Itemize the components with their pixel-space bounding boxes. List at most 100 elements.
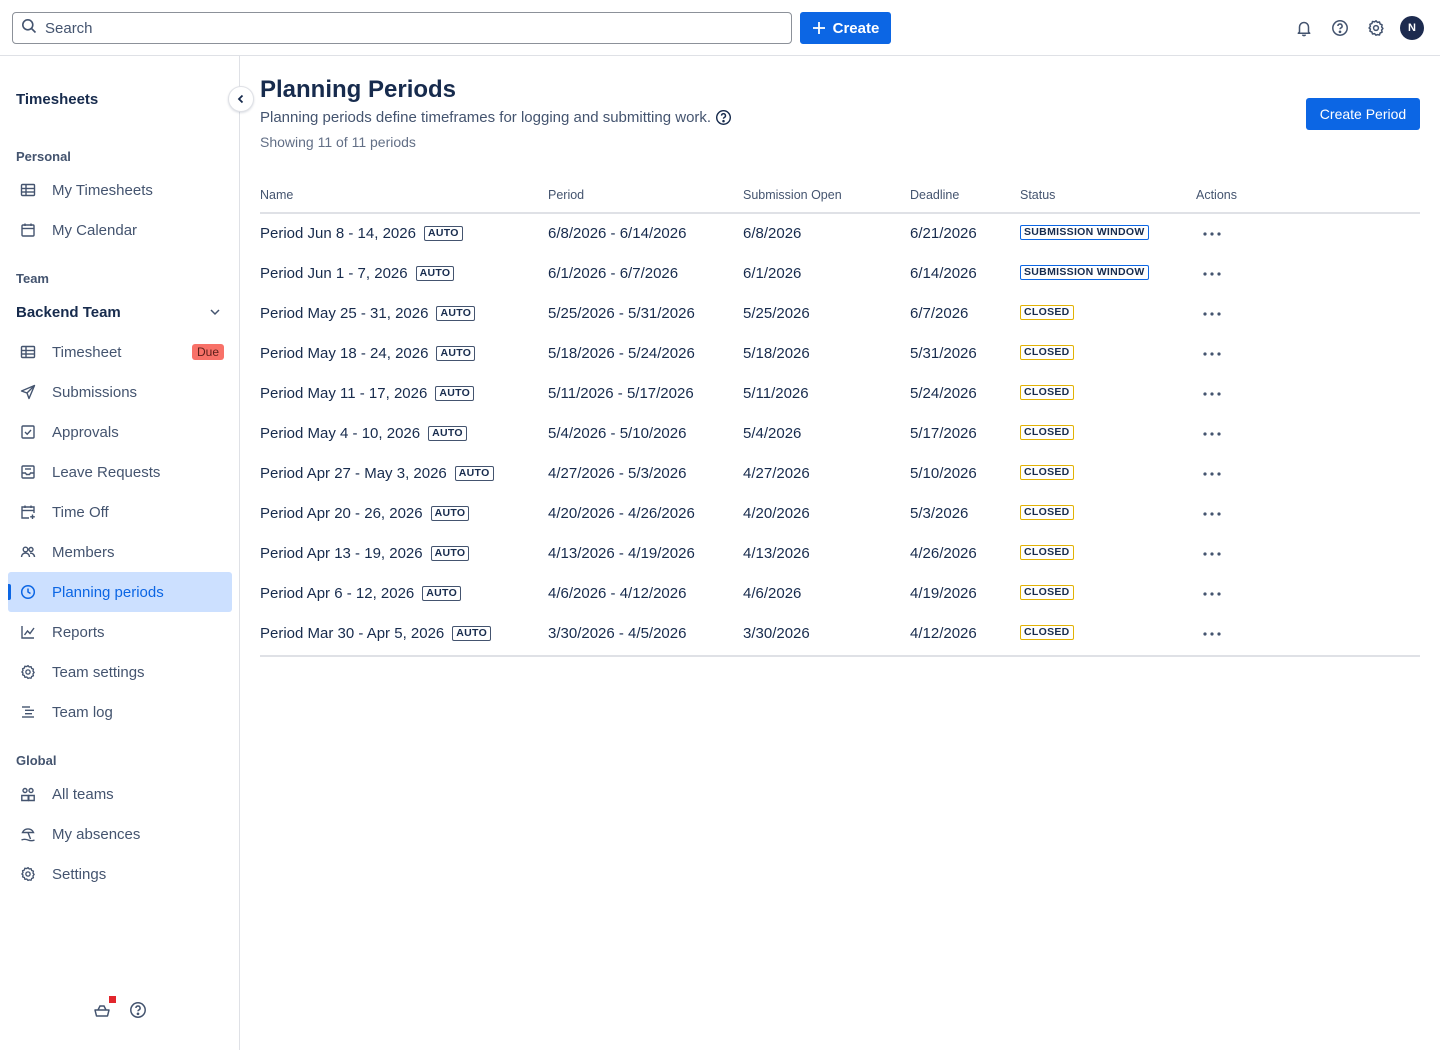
table-row: Period May 11 - 17, 2026 AUTO 5/11/2026 - … [260, 374, 1420, 414]
deadline-date: 4/26/2026 [910, 545, 977, 562]
more-icon [1203, 392, 1221, 396]
periods-table: Name Period Submission Open Deadline Sta… [260, 180, 1420, 657]
period-name: Period Jun 1 - 7, 2026 [260, 265, 408, 282]
create-button[interactable]: Create [800, 12, 891, 44]
status-cell: CLOSED [1020, 305, 1074, 320]
table-bottom-border [260, 655, 1420, 657]
status-cell: CLOSED [1020, 465, 1074, 480]
column-header-actions: Actions [1196, 188, 1237, 202]
sidebar-item-reports[interactable]: Reports [8, 612, 232, 652]
table-row: Period May 25 - 31, 2026 AUTO 5/25/2026 - … [260, 294, 1420, 334]
row-actions-button[interactable] [1202, 624, 1222, 644]
sidebar-item-my-timesheets[interactable]: My Timesheets [8, 170, 232, 210]
period-name: Period Apr 20 - 26, 2026 [260, 505, 423, 522]
row-actions-button[interactable] [1202, 584, 1222, 604]
status-badge: CLOSED [1020, 385, 1074, 400]
search-box[interactable] [12, 12, 792, 44]
status-badge: CLOSED [1020, 625, 1074, 640]
row-actions-button[interactable] [1202, 544, 1222, 564]
sidebar-item-label: My absences [52, 825, 141, 843]
row-actions-button[interactable] [1202, 344, 1222, 364]
more-icon [1203, 552, 1221, 556]
deadline-date: 5/3/2026 [910, 505, 969, 522]
gear-icon[interactable] [1366, 18, 1386, 38]
status-cell: SUBMISSION WINDOW [1020, 265, 1149, 280]
period-name: Period Apr 6 - 12, 2026 [260, 585, 415, 602]
sidebar-item-label: Settings [52, 865, 107, 883]
auto-tag: AUTO [436, 346, 476, 361]
status-badge: SUBMISSION WINDOW [1020, 265, 1149, 280]
beach-icon [20, 826, 36, 842]
period-name-cell: Period May 25 - 31, 2026 AUTO [260, 305, 476, 322]
sidebar-item-label: Time Off [52, 503, 109, 521]
sidebar-item-timesheet[interactable]: Timesheet Due [8, 332, 232, 372]
sidebar-item-label: Planning periods [52, 583, 164, 601]
help-icon[interactable] [715, 109, 732, 126]
status-cell: CLOSED [1020, 545, 1074, 560]
sidebar-item-my-absences[interactable]: My absences [8, 814, 232, 854]
row-actions-button[interactable] [1202, 224, 1222, 244]
table-row: Period May 18 - 24, 2026 AUTO 5/18/2026 - … [260, 334, 1420, 374]
row-actions-button[interactable] [1202, 264, 1222, 284]
collapse-sidebar-button[interactable] [228, 86, 254, 112]
sidebar-item-planning-periods[interactable]: Planning periods [8, 572, 232, 612]
gear-icon [20, 664, 36, 680]
status-cell: CLOSED [1020, 625, 1074, 640]
deadline-date: 6/21/2026 [910, 225, 977, 242]
chevron-left-icon [237, 94, 244, 104]
sidebar-item-settings[interactable]: Settings [8, 854, 232, 894]
avatar[interactable]: N [1400, 16, 1424, 40]
send-icon [20, 384, 36, 400]
sidebar-item-time-off[interactable]: Time Off [8, 492, 232, 532]
more-icon [1203, 632, 1221, 636]
sidebar-item-label: My Calendar [52, 221, 138, 239]
row-actions-button[interactable] [1202, 304, 1222, 324]
auto-tag: AUTO [422, 586, 462, 601]
status-cell: CLOSED [1020, 585, 1074, 600]
table-row: Period May 4 - 10, 2026 AUTO 5/4/2026 - 5/… [260, 414, 1420, 454]
sidebar-title: Timesheets [16, 91, 99, 108]
auto-tag: AUTO [436, 306, 476, 321]
sidebar-item-submissions[interactable]: Submissions [8, 372, 232, 412]
more-icon [1203, 312, 1221, 316]
sidebar-item-members[interactable]: Members [8, 532, 232, 572]
period-name-cell: Period Apr 6 - 12, 2026 AUTO [260, 585, 462, 602]
search-input[interactable] [45, 19, 745, 37]
submission-open-date: 4/20/2026 [743, 505, 810, 522]
row-actions-button[interactable] [1202, 504, 1222, 524]
sidebar-item-label: Team settings [52, 663, 145, 681]
sidebar-item-leave-requests[interactable]: Leave Requests [8, 452, 232, 492]
team-selector[interactable]: Backend Team [16, 302, 224, 322]
help-icon[interactable] [128, 1000, 148, 1020]
row-actions-button[interactable] [1202, 424, 1222, 444]
sidebar-item-label: All teams [52, 785, 114, 803]
sidebar-item-my-calendar[interactable]: My Calendar [8, 210, 232, 250]
whats-new-icon[interactable] [92, 1000, 112, 1020]
status-cell: CLOSED [1020, 345, 1074, 360]
table-row: Period Apr 13 - 19, 2026 AUTO 4/13/2026 - … [260, 534, 1420, 574]
period-name: Period Mar 30 - Apr 5, 2026 [260, 625, 445, 642]
period-name-cell: Period Mar 30 - Apr 5, 2026 AUTO [260, 625, 492, 642]
period-range: 5/18/2026 - 5/24/2026 [548, 345, 695, 362]
sidebar-item-team-log[interactable]: Team log [8, 692, 232, 732]
submission-open-date: 5/18/2026 [743, 345, 810, 362]
create-button-label: Create [832, 19, 880, 37]
help-icon[interactable] [1330, 18, 1350, 38]
period-name-cell: Period Apr 20 - 26, 2026 AUTO [260, 505, 470, 522]
status-badge: CLOSED [1020, 425, 1074, 440]
period-name-cell: Period Jun 1 - 7, 2026 AUTO [260, 265, 455, 282]
section-global: Global [16, 753, 57, 768]
period-range: 4/13/2026 - 4/19/2026 [548, 545, 695, 562]
bell-icon[interactable] [1294, 18, 1314, 38]
sidebar-item-team-settings[interactable]: Team settings [8, 652, 232, 692]
sidebar-item-approvals[interactable]: Approvals [8, 412, 232, 452]
sidebar-item-label: My Timesheets [52, 181, 153, 199]
submission-open-date: 5/11/2026 [743, 385, 809, 402]
deadline-date: 5/17/2026 [910, 425, 977, 442]
sidebar-item-all-teams[interactable]: All teams [8, 774, 232, 814]
page-description: Planning periods define timeframes for l… [260, 109, 732, 126]
row-actions-button[interactable] [1202, 384, 1222, 404]
status-badge: CLOSED [1020, 545, 1074, 560]
row-actions-button[interactable] [1202, 464, 1222, 484]
create-period-button[interactable]: Create Period [1306, 98, 1420, 130]
